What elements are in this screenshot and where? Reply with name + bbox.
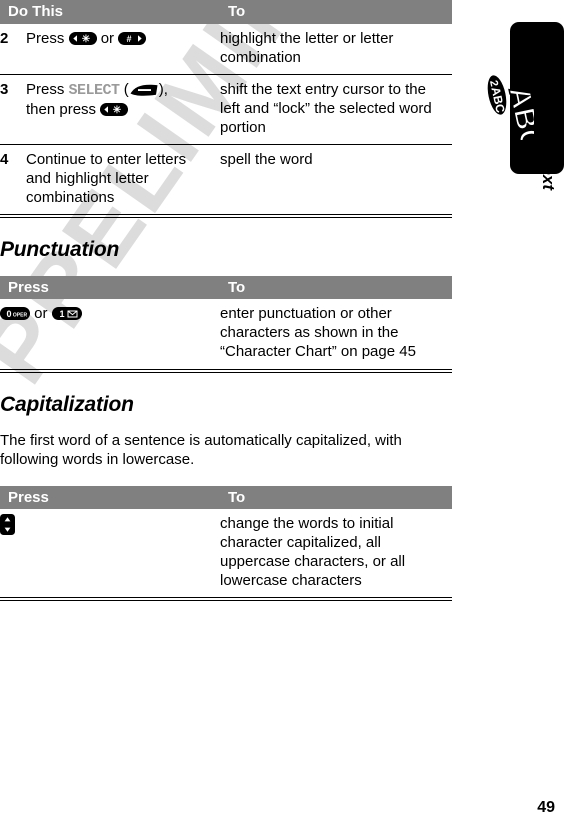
step-result: spell the word — [220, 150, 313, 168]
svg-text:1: 1 — [59, 309, 64, 319]
column-header-press: Press — [0, 275, 220, 300]
pound-right-key-icon: # — [118, 31, 147, 45]
section-divider — [0, 368, 452, 373]
table-row: 4 Continue to enter letters and highligh… — [0, 144, 452, 214]
capitalization-body-text: The first word of a sentence is automati… — [0, 431, 402, 469]
table-header-row: Press To — [0, 485, 452, 510]
step-instruction: Press ✳ or # — [26, 23, 220, 75]
one-voicemail-key-icon: 1 — [51, 307, 82, 321]
column-header-to: To — [220, 275, 452, 300]
paren-open: ( — [119, 80, 129, 98]
column-header-to: To — [220, 0, 452, 24]
step-result: shift the text entry cursor to the left … — [220, 74, 452, 145]
section-heading-punctuation: Punctuation — [0, 237, 120, 261]
star-left-key-icon: ✳ — [68, 31, 97, 45]
svg-text:#: # — [127, 34, 132, 44]
page-number: 49 — [537, 799, 555, 816]
press-label: Press — [26, 80, 65, 98]
table-header-row: Do This To — [0, 0, 452, 24]
conjunction-or: or — [34, 305, 48, 323]
two-abc-key-icon: ABC 2 ABC — [472, 68, 534, 140]
softkey-arrow-icon — [129, 83, 159, 97]
column-header-do-this: Do This — [0, 0, 220, 24]
svg-text:OPER: OPER — [13, 313, 28, 319]
punctuation-table: Press To 0 OPER or 1 enter punctuation o… — [0, 275, 452, 369]
key-press-cell — [0, 509, 220, 597]
svg-text:✳: ✳ — [113, 105, 122, 116]
conjunction-or: or — [100, 29, 115, 47]
table-row: 0 OPER or 1 enter punctuation or other c… — [0, 299, 452, 368]
key-result: enter punctuation or other characters as… — [220, 305, 416, 361]
step-instruction: Continue to enter letters and highlight … — [26, 150, 187, 206]
zero-oper-key-icon: 0 OPER — [0, 307, 30, 321]
table-row: 2 Press ✳ or # highlight the letter or l… — [0, 23, 452, 75]
section-divider — [0, 213, 452, 218]
step-number: 4 — [0, 150, 9, 168]
section-divider — [0, 597, 452, 602]
step-instruction: Press SELECT ( ), then press ✳ — [26, 74, 220, 145]
chapter-title: Entering Text — [539, 82, 558, 190]
key-press-cell: 0 OPER or 1 — [0, 299, 220, 368]
press-label: Press — [26, 29, 65, 47]
procedure-table: Do This To 2 Press ✳ or # highlight the … — [0, 0, 452, 214]
key-result: change the words to initial character ca… — [220, 515, 406, 590]
step-number: 2 — [0, 23, 26, 75]
table-row: change the words to initial character ca… — [0, 509, 452, 597]
nav-up-down-key-icon — [0, 514, 15, 536]
step-number: 3 — [0, 74, 26, 145]
page-content: Do This To 2 Press ✳ or # highlight the … — [0, 0, 452, 602]
paren-close: ), — [158, 80, 168, 98]
svg-text:0: 0 — [6, 309, 11, 319]
section-heading-capitalization: Capitalization — [0, 392, 134, 416]
svg-text:✳: ✳ — [81, 34, 90, 45]
capitalization-table: Press To change the words to initial cha… — [0, 485, 452, 598]
column-header-to: To — [220, 485, 452, 510]
column-header-press: Press — [0, 485, 220, 510]
step-result: highlight the letter or letter combinati… — [220, 23, 452, 75]
softkey-label-select: SELECT — [68, 81, 121, 99]
table-row: 3 Press SELECT ( ), then press ✳ shift t… — [0, 74, 452, 145]
then-press-label: then press — [26, 100, 97, 118]
star-left-key-icon: ✳ — [100, 102, 129, 116]
table-header-row: Press To — [0, 275, 452, 300]
svg-text:ABC: ABC — [502, 84, 534, 140]
